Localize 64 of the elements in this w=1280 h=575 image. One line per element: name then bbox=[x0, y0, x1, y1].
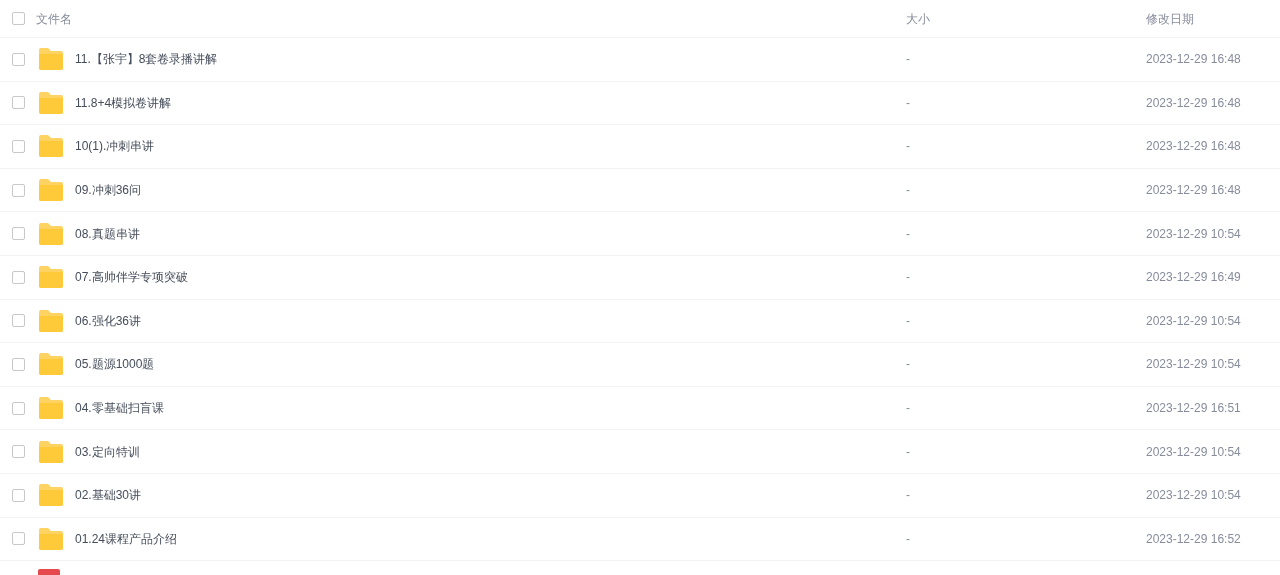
modified-date: 2023-12-29 10:54 bbox=[1146, 225, 1241, 243]
file-size: - bbox=[906, 182, 911, 200]
checkbox[interactable] bbox=[12, 96, 25, 110]
checkbox[interactable] bbox=[12, 401, 25, 415]
folder-icon bbox=[38, 135, 64, 158]
file-name[interactable]: 01.24课程产品介绍 bbox=[75, 529, 906, 548]
checkbox[interactable] bbox=[12, 227, 25, 241]
modified-date: 2023-12-29 16:51 bbox=[1146, 400, 1241, 418]
file-name[interactable]: 07.高帅伴学专项突破 bbox=[75, 268, 906, 287]
file-name[interactable]: 03.定向特训 bbox=[75, 442, 906, 461]
checkbox[interactable] bbox=[12, 183, 25, 197]
file-size: - bbox=[906, 443, 911, 461]
file-size: - bbox=[906, 530, 911, 548]
column-header: 大小 bbox=[906, 10, 931, 28]
checkbox[interactable] bbox=[12, 270, 25, 284]
folder-icon bbox=[38, 484, 64, 507]
folder-icon bbox=[38, 48, 64, 71]
folder-icon bbox=[38, 353, 64, 376]
checkbox[interactable] bbox=[12, 488, 25, 502]
modified-date: 2023-12-29 10:54 bbox=[1146, 487, 1241, 505]
file-size: - bbox=[906, 225, 911, 243]
file-size: - bbox=[906, 138, 911, 156]
checkbox[interactable] bbox=[12, 52, 25, 66]
file-name[interactable]: 02.基础30讲 bbox=[75, 486, 906, 505]
modified-date: 2023-12-29 16:48 bbox=[1146, 182, 1241, 200]
folder-icon bbox=[38, 309, 64, 332]
file-name[interactable]: 06.强化36讲 bbox=[75, 311, 906, 330]
file-size: - bbox=[906, 312, 911, 330]
folder-icon bbox=[38, 222, 64, 245]
modified-date: 2023-12-29 16:48 bbox=[1146, 138, 1241, 156]
modified-date: 2023-12-29 16:48 bbox=[1146, 94, 1241, 112]
checkbox[interactable] bbox=[12, 445, 25, 459]
modified-date: 2023-12-29 16:49 bbox=[1146, 269, 1241, 287]
file-size: - bbox=[906, 269, 911, 287]
folder-icon bbox=[38, 440, 64, 463]
file-size: - bbox=[906, 94, 911, 112]
file-name[interactable]: 10(1).冲刺串讲 bbox=[75, 137, 906, 156]
modified-date: 2023-12-29 10:54 bbox=[1146, 443, 1241, 461]
modified-date: 2023-12-29 16:52 bbox=[1146, 530, 1241, 548]
checkbox[interactable] bbox=[12, 357, 25, 371]
modified-date: 2023-12-29 10:54 bbox=[1146, 356, 1241, 374]
folder-icon bbox=[38, 91, 64, 114]
modified-date: 2023-12-29 10:54 bbox=[1146, 312, 1241, 330]
file-name[interactable]: 08.真题串讲 bbox=[75, 224, 906, 243]
folder-icon bbox=[38, 179, 64, 202]
folder-icon bbox=[38, 266, 64, 289]
file-size: - bbox=[906, 356, 911, 374]
file-size: - bbox=[906, 400, 911, 418]
file-name[interactable]: 04.零基础扫盲课 bbox=[75, 399, 906, 418]
file-name[interactable]: 11.8+4模拟卷讲解 bbox=[75, 93, 906, 112]
folder-icon bbox=[38, 527, 64, 550]
file-name[interactable]: 09.冲刺36问 bbox=[75, 181, 906, 200]
file-size: - bbox=[906, 487, 911, 505]
column-header: 文件名 bbox=[36, 10, 73, 28]
checkbox[interactable] bbox=[12, 532, 25, 546]
folder-icon bbox=[38, 397, 64, 420]
file-size: - bbox=[906, 51, 911, 69]
column-header: 修改日期 bbox=[1146, 10, 1194, 28]
checkbox[interactable] bbox=[12, 140, 25, 153]
modified-date: 2023-12-29 16:48 bbox=[1146, 51, 1241, 69]
checkbox[interactable] bbox=[12, 12, 25, 25]
file-name[interactable]: 05.题源1000题 bbox=[75, 355, 906, 374]
checkbox[interactable] bbox=[12, 314, 25, 328]
file-name[interactable]: 11.【张宇】8套卷录播讲解 bbox=[75, 50, 906, 69]
